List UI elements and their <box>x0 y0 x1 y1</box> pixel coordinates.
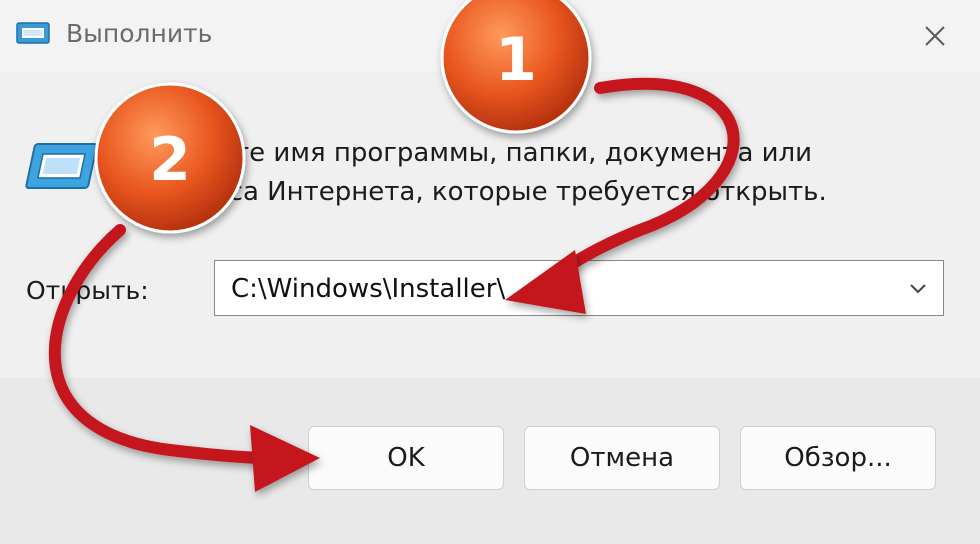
close-icon <box>925 26 945 46</box>
dialog-body <box>0 72 980 378</box>
run-icon <box>25 143 98 189</box>
cancel-button[interactable]: Отмена <box>524 426 720 490</box>
open-label: Открыть: <box>26 276 149 305</box>
run-dialog: Выполнить Введите имя программы, папки, … <box>0 0 980 544</box>
open-input[interactable]: C:\Windows\Installer\ <box>231 269 505 309</box>
window-title: Выполнить <box>66 19 213 48</box>
browse-button[interactable]: Обзор... <box>740 426 936 490</box>
chevron-down-icon[interactable] <box>907 277 929 299</box>
close-button[interactable] <box>912 14 958 58</box>
run-app-icon <box>16 22 50 44</box>
prompt-line-2: ресурса Интернета, которые требуется отк… <box>150 177 827 207</box>
title-bar: Выполнить <box>0 0 980 72</box>
open-combobox[interactable]: C:\Windows\Installer\ <box>214 260 944 316</box>
prompt-text: Введите имя программы, папки, документа … <box>150 134 940 212</box>
prompt-line-1: Введите имя программы, папки, документа … <box>150 138 813 168</box>
ok-button[interactable]: OK <box>308 426 504 490</box>
